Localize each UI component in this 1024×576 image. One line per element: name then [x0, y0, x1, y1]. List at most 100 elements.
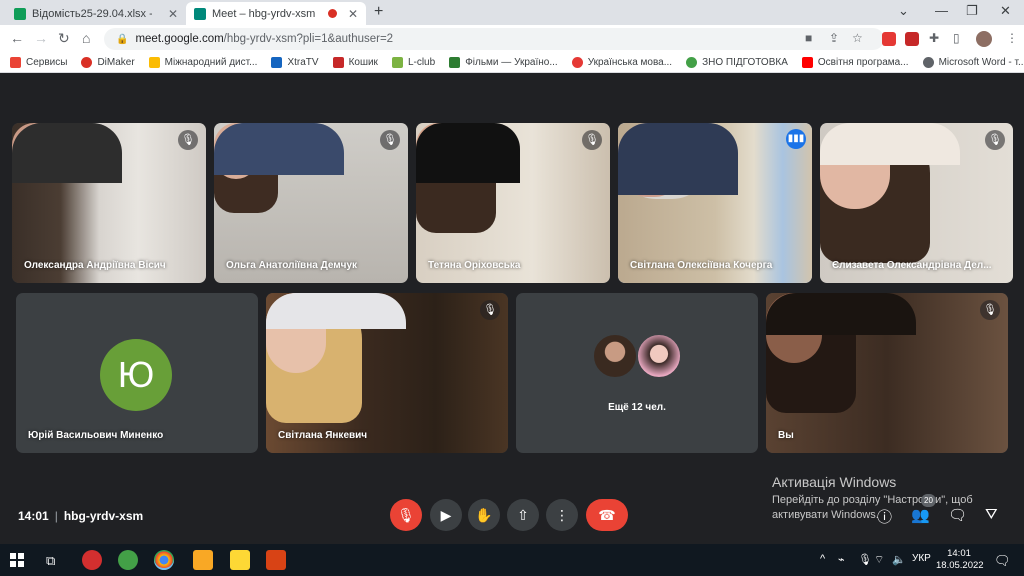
chat-button[interactable]: 🗨 — [948, 506, 967, 524]
home-icon[interactable]: ⌂ — [82, 30, 90, 46]
participant-tile-active-speaker[interactable]: ▮▮▮ Світлана Олексіївна Кочерга — [618, 123, 812, 283]
address-bar[interactable]: 🔒 meet.google.com/hbg-yrdv-xsm?pli=1&aut… — [104, 28, 884, 50]
side-panel-icon[interactable]: ▯ — [953, 31, 960, 45]
reload-icon[interactable]: ↻ — [58, 30, 70, 47]
meet-icon — [194, 7, 206, 20]
tab-title: Відомість25-29.04.xlsx - Google — [32, 7, 152, 20]
adblock-extension-icon[interactable] — [882, 32, 896, 46]
forward-icon[interactable]: → — [34, 30, 48, 46]
participant-tile[interactable]: Ю Юрій Васильович Миненко — [16, 293, 258, 453]
show-hidden-icons-icon[interactable]: ^ — [820, 553, 825, 565]
bookmark-xtratv[interactable]: XtraTV — [271, 57, 319, 68]
mic-off-icon: 🎙 — [985, 130, 1005, 150]
bookmark-education[interactable]: Освітня програма... — [801, 57, 909, 68]
leave-call-button[interactable]: ☎ — [586, 499, 628, 531]
people-button[interactable]: 👥 — [911, 506, 930, 524]
participant-name: Єлизавета Олександрівна Дел... — [832, 260, 992, 271]
more-participants-label: Ещё 12 чел. — [608, 402, 666, 413]
camera-in-use-icon[interactable]: ■ — [805, 31, 812, 45]
bookmark-label: Сервисы — [26, 57, 68, 68]
system-clock[interactable]: 14:01 18.05.2022 — [936, 548, 984, 572]
windows-logo-icon — [18, 561, 24, 567]
notifications-icon[interactable]: 🗨 — [994, 553, 1011, 569]
close-tab-icon[interactable]: ✕ — [348, 7, 358, 21]
bookmark-label: Українська мова... — [587, 57, 673, 68]
participant-tile[interactable]: 🎙 Ольга Анатоліївна Демчук — [214, 123, 408, 283]
participant-tile[interactable]: 🎙 Олександра Андріївна Вісич — [12, 123, 206, 283]
meeting-details-button[interactable]: ⓘ — [877, 506, 892, 527]
participant-body — [820, 123, 960, 165]
more-options-button[interactable]: ⋮ — [546, 499, 578, 531]
shield-icon — [148, 57, 160, 68]
restore-icon[interactable]: ❐ — [966, 3, 978, 19]
microphone-icon[interactable]: 🎙 — [858, 553, 872, 566]
bookmark-ukr-language[interactable]: Українська мова... — [571, 57, 673, 68]
tab-spreadsheet[interactable]: Відомість25-29.04.xlsx - Google ✕ — [6, 2, 186, 25]
commander-icon[interactable] — [230, 550, 250, 570]
raise-hand-button[interactable]: ✋ — [468, 499, 500, 531]
bookmark-films[interactable]: Фільми — Україно... — [449, 57, 558, 68]
powerpoint-icon[interactable] — [266, 550, 286, 570]
mic-toggle-button[interactable]: 🎙 — [390, 499, 422, 531]
present-screen-button[interactable]: ⇧ — [507, 499, 539, 531]
file-explorer-icon[interactable] — [193, 550, 213, 570]
bookmark-dimaker[interactable]: DiMaker — [81, 57, 135, 68]
participant-tile[interactable]: 🎙 Єлизавета Олександрівна Дел... — [820, 123, 1013, 283]
extensions-puzzle-icon[interactable]: ✚ — [929, 31, 939, 45]
opera-icon[interactable] — [82, 550, 102, 570]
recorder-extension-icon[interactable] — [905, 32, 919, 46]
camera-toggle-button[interactable]: ▶ — [430, 499, 462, 531]
participant-name: Вы — [778, 430, 794, 441]
lock-icon[interactable]: 🔒 — [116, 34, 128, 45]
participant-tile[interactable]: 🎙 Тетяна Оріховська — [416, 123, 610, 283]
globe-icon — [922, 57, 934, 68]
share-icon[interactable]: ⇪ — [829, 31, 839, 45]
bookmark-star-icon[interactable]: ☆ — [852, 31, 863, 45]
mic-off-icon: 🎙 — [480, 300, 500, 320]
back-icon[interactable]: ← — [10, 30, 24, 46]
people-icon: 👥 — [911, 507, 930, 524]
mic-off-icon: 🎙 — [380, 130, 400, 150]
self-view-tile[interactable]: 🎙 Вы — [766, 293, 1008, 453]
present-icon: ⇧ — [517, 507, 529, 523]
network-icon[interactable]: ⌁ — [838, 553, 845, 566]
activities-button[interactable]: ⛛ — [985, 506, 998, 523]
meeting-details: 14:01 | hbg-yrdv-xsm — [18, 509, 143, 523]
bookmark-zno[interactable]: ЗНО ПІДГОТОВКА — [686, 57, 788, 68]
info-icon: ⓘ — [877, 509, 893, 526]
activation-title: Активація Windows — [772, 474, 897, 490]
tab-title: Meet – hbg-yrdv-xsm — [212, 7, 316, 20]
video-camera-icon: ▶ — [440, 507, 452, 523]
windows-logo-icon — [18, 553, 24, 559]
minimize-icon[interactable]: — — [935, 3, 948, 18]
windows-start-button[interactable] — [10, 553, 24, 567]
tab-search-icon[interactable]: ⌄ — [898, 3, 909, 19]
language-indicator[interactable]: УКР — [912, 553, 931, 564]
mic-off-icon: 🎙 — [582, 130, 602, 150]
torrent-icon[interactable] — [118, 550, 138, 570]
participant-body — [416, 123, 520, 183]
menu-icon[interactable]: ⋮ — [1006, 31, 1018, 45]
volume-icon[interactable]: 🔈 — [892, 553, 906, 566]
close-tab-icon[interactable]: ✕ — [168, 7, 178, 21]
bookmark-label: DiMaker — [97, 57, 135, 68]
tab-strip: Відомість25-29.04.xlsx - Google ✕ Meet –… — [0, 0, 1024, 25]
profile-avatar[interactable] — [976, 31, 992, 47]
tab-meet[interactable]: Meet – hbg-yrdv-xsm ✕ — [186, 2, 366, 25]
participant-tile[interactable]: 🎙 Світлана Янкевич — [266, 293, 508, 453]
bookmark-international[interactable]: Міжнародний дист... — [148, 57, 258, 68]
close-window-icon[interactable]: ✕ — [1000, 3, 1011, 19]
wifi-icon[interactable]: ⌔ — [874, 553, 884, 567]
more-participants-tile[interactable]: Ещё 12 чел. — [516, 293, 758, 453]
bookmark-lclub[interactable]: L-club — [391, 57, 435, 68]
bookmark-label: Міжнародний дист... — [164, 57, 258, 68]
avatar: Ю — [100, 339, 172, 411]
chrome-icon[interactable] — [154, 550, 174, 570]
bookmark-word[interactable]: Microsoft Word - т... — [922, 57, 1024, 68]
bookmark-cart[interactable]: Кошик — [332, 57, 378, 68]
task-view-icon[interactable]: ⧉ — [46, 553, 55, 569]
new-tab-button[interactable]: + — [374, 3, 383, 21]
participant-name: Юрій Васильович Миненко — [28, 430, 164, 441]
participant-name: Ольга Анатоліївна Демчук — [226, 260, 358, 271]
bookmark-services[interactable]: Сервисы — [10, 57, 67, 68]
